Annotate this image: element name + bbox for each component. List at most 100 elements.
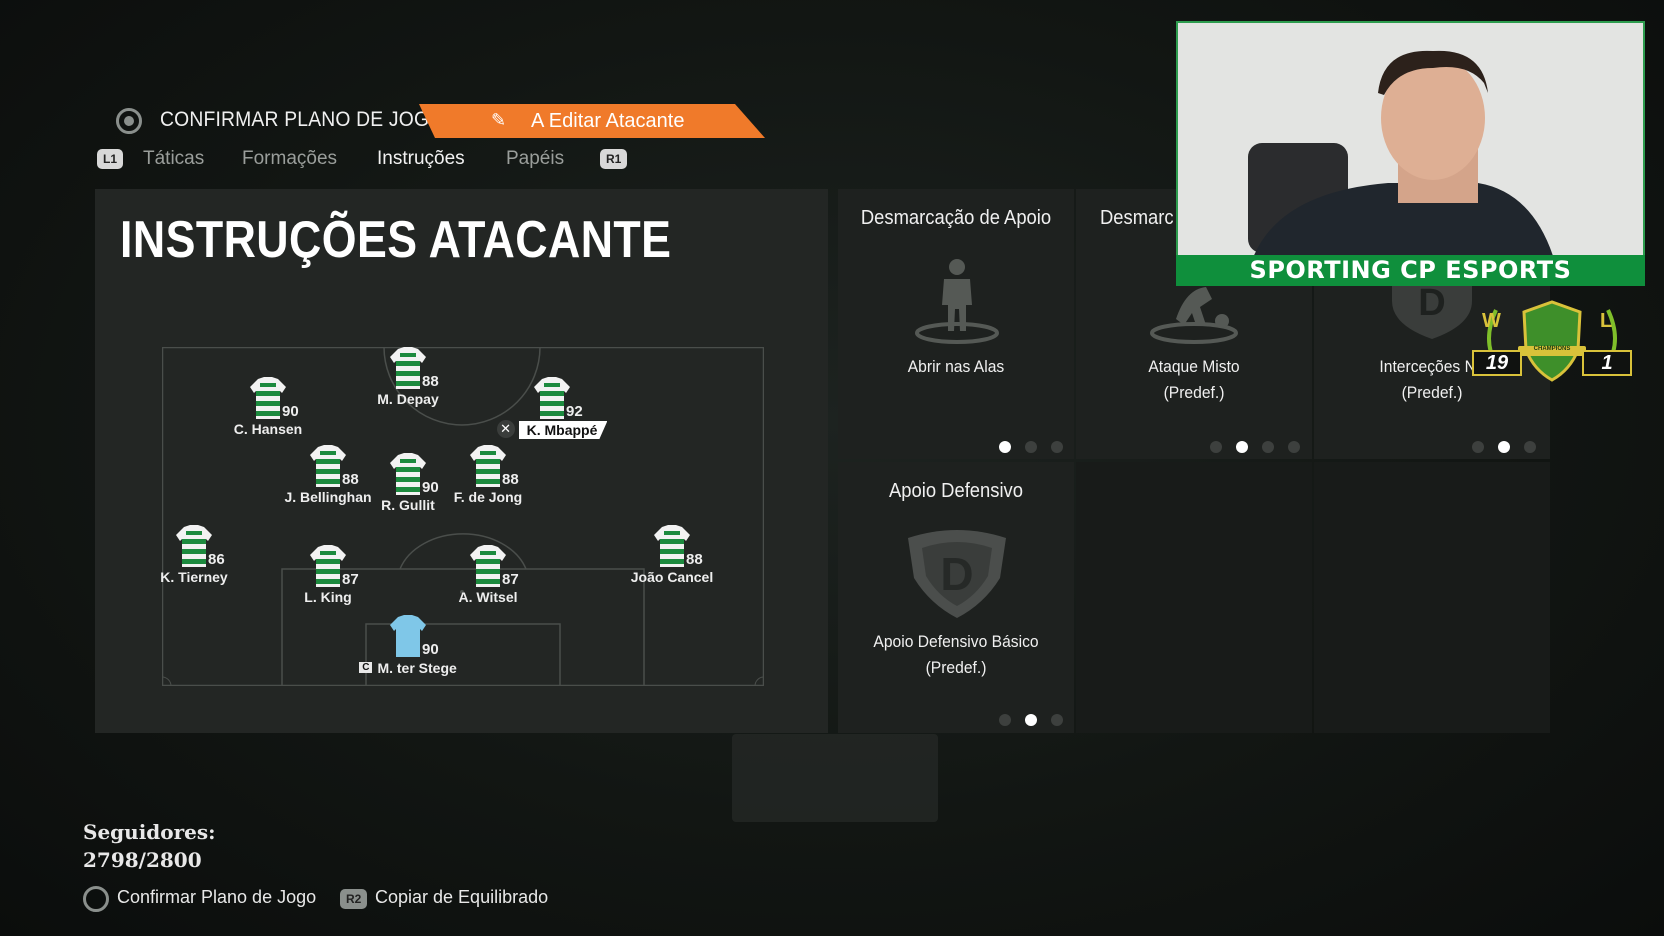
player-slot[interactable]: 92 ✕ K. Mbappé <box>482 377 622 439</box>
followers-block: Seguidores: 2798/2800 <box>83 818 216 874</box>
remove-player-icon[interactable]: ✕ <box>496 420 515 438</box>
followers-label: Seguidores: <box>83 820 216 844</box>
pagination-dot[interactable] <box>1524 441 1536 453</box>
confirm-circle-icon[interactable] <box>116 108 142 134</box>
pagination-dot[interactable] <box>1498 441 1510 453</box>
card-desmarcacao-apoio[interactable]: Desmarcação de Apoio Abrir nas Alas <box>838 189 1074 459</box>
tab-formacoes[interactable]: Formações <box>242 148 337 170</box>
player-name: F. de Jong <box>453 489 523 505</box>
pagination-dot[interactable] <box>1236 441 1248 453</box>
player-rating: 88 <box>502 471 519 488</box>
shield-d-icon: D <box>908 530 1006 618</box>
followers-value: 2798/2800 <box>83 848 202 872</box>
player-name: M. ter Stege <box>377 659 457 676</box>
pagination-dot[interactable] <box>999 714 1011 726</box>
player-slot[interactable]: 88 M. Depay <box>338 347 478 407</box>
card-pagination <box>1210 441 1300 453</box>
player-slot[interactable]: 90 C M. ter Stege <box>338 615 478 676</box>
tab-instrucoes[interactable]: Instruções <box>377 148 465 170</box>
card-title: Desmarcação de Apoio <box>860 207 1052 229</box>
player-slot[interactable]: 88 F. de Jong <box>418 445 558 505</box>
jersey-icon <box>470 545 506 587</box>
pagination-dot[interactable] <box>1262 441 1274 453</box>
webcam-overlay <box>1176 21 1645 285</box>
badge-text: CHAMPIONS <box>1533 346 1571 352</box>
page-title: INSTRUÇÕES ATACANTE <box>120 211 672 269</box>
pagination-dot[interactable] <box>1210 441 1222 453</box>
player-rating: 86 <box>208 551 225 568</box>
jersey-icon <box>250 377 286 419</box>
card-apoio-defensivo[interactable]: Apoio Defensivo D Apoio Defensivo Básico… <box>838 462 1074 733</box>
card-option: Abrir nas Alas <box>907 357 1005 376</box>
empty-card <box>1076 462 1312 733</box>
empty-card <box>1314 462 1550 733</box>
card-pagination <box>999 441 1063 453</box>
pagination-dot[interactable] <box>1288 441 1300 453</box>
player-name: João Cancel <box>630 569 714 585</box>
wins-count: 19 <box>1472 350 1522 376</box>
player-slot[interactable]: 87 A. Witsel <box>418 545 558 605</box>
jersey-icon <box>654 525 690 567</box>
streamer-video <box>1178 23 1643 283</box>
pagination-dot[interactable] <box>1472 441 1484 453</box>
copy-from-balanced-action[interactable]: Copiar de Equilibrado <box>375 887 548 908</box>
jersey-icon <box>176 525 212 567</box>
confirm-game-plan-title: CONFIRMAR PLANO DE JOGO <box>160 108 445 131</box>
losses-label: L <box>1600 310 1613 332</box>
r1-button-icon[interactable]: R1 <box>600 149 628 169</box>
record-badge: W L 19 1 CHAMPIONS <box>1472 300 1632 384</box>
player-rating: 88 <box>422 373 439 390</box>
losses-count: 1 <box>1582 350 1632 376</box>
player-name: K. Tierney <box>160 569 228 585</box>
captain-badge: C <box>359 662 373 673</box>
pagination-dot[interactable] <box>1025 714 1037 726</box>
tab-papeis[interactable]: Papéis <box>506 148 564 170</box>
player-rating: 90 <box>282 403 299 420</box>
tab-taticas[interactable]: Táticas <box>143 148 204 170</box>
confirm-game-plan-action[interactable]: Confirmar Plano de Jogo <box>117 887 316 908</box>
svg-text:D: D <box>1418 282 1445 324</box>
webcam-banner: SPORTING CP ESPORTS <box>1176 255 1645 286</box>
wins-label: W <box>1482 310 1501 332</box>
jersey-icon <box>470 445 506 487</box>
player-rating: 88 <box>686 551 703 568</box>
pagination-dot[interactable] <box>1051 441 1063 453</box>
card-option: Apoio Defensivo Básico <box>873 632 1039 651</box>
player-slot[interactable]: 86 K. Tierney <box>124 525 264 585</box>
pagination-dot[interactable] <box>1051 714 1063 726</box>
player-rating: 87 <box>502 571 519 588</box>
player-name: A. Witsel <box>458 589 518 605</box>
jersey-icon <box>310 545 346 587</box>
pagination-dot[interactable] <box>1025 441 1037 453</box>
player-name: L. King <box>304 589 352 605</box>
pencil-icon: ✎ <box>491 110 507 130</box>
player-name: K. Mbappé <box>519 421 608 439</box>
player-slot[interactable]: 87 L. King <box>258 545 398 605</box>
player-slot[interactable]: 88 João Cancel <box>602 525 742 585</box>
pagination-dot[interactable] <box>999 441 1011 453</box>
card-pagination <box>999 714 1063 726</box>
jersey-icon <box>534 377 570 419</box>
card-option-default: (Predef.) <box>925 658 987 677</box>
editing-attacker-banner: ✎ A Editar Atacante <box>419 104 765 138</box>
goalkeeper-jersey-icon <box>390 615 426 657</box>
card-title: Desmarc <box>1100 207 1174 229</box>
player-slot[interactable]: 90 C. Hansen <box>198 377 338 437</box>
svg-text:D: D <box>940 548 973 600</box>
player-name: C. Hansen <box>233 421 303 437</box>
r2-button-icon[interactable]: R2 <box>340 889 368 909</box>
card-option-default: (Predef.) <box>1163 383 1225 402</box>
formation-pitch: 88 M. Depay 90 C. Hansen 92 ✕ K. Mbappé 88 J. Be… <box>160 347 764 686</box>
circle-button-icon[interactable] <box>83 886 109 912</box>
card-pagination <box>1472 441 1536 453</box>
player-rating: 87 <box>342 571 359 588</box>
background-object <box>732 734 938 822</box>
l1-button-icon[interactable]: L1 <box>97 149 124 169</box>
jersey-icon <box>390 347 426 389</box>
player-rating: 92 <box>566 403 583 420</box>
card-option: Ataque Misto <box>1148 357 1240 376</box>
editing-label: A Editar Atacante <box>531 110 685 132</box>
card-title: Apoio Defensivo <box>888 480 1024 502</box>
player-name: M. Depay <box>377 391 439 407</box>
player-rating: 90 <box>422 641 439 658</box>
